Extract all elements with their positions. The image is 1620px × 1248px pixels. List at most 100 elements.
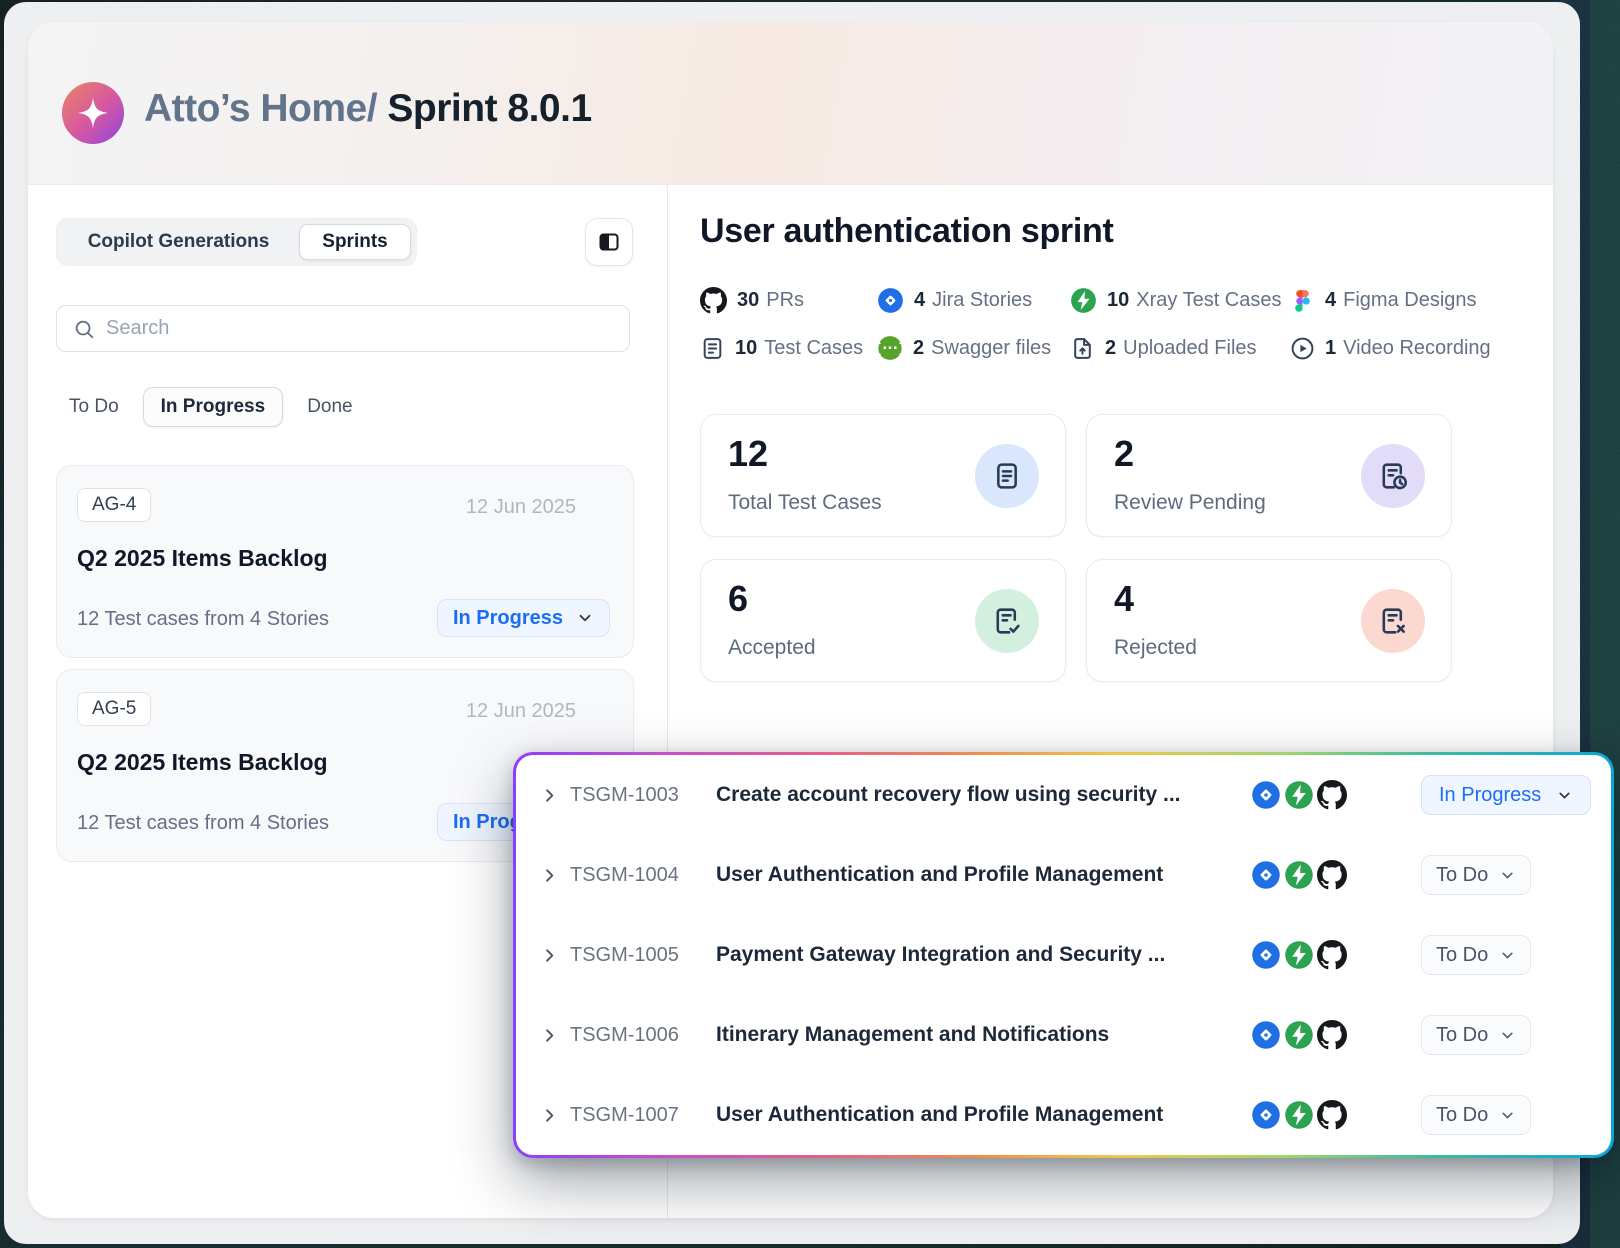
status-filter-group: To Do In Progress Done <box>69 387 353 427</box>
story-source-icons <box>1251 940 1347 970</box>
story-title: Itinerary Management and Notifications <box>716 1023 1251 1047</box>
story-status-dropdown[interactable]: In Progress <box>1421 775 1591 815</box>
stat-xray-test-cases: 10 Xray Test Cases <box>1070 285 1282 315</box>
stat-count: 1 <box>1325 337 1336 360</box>
card-subtitle: 12 Test cases from 4 Stories <box>77 608 329 631</box>
summary-label: Total Test Cases <box>728 491 882 515</box>
filter-todo[interactable]: To Do <box>69 396 119 418</box>
swagger-icon: {···} <box>877 335 903 361</box>
summary-card-accepted: 6 Accepted <box>700 559 1066 682</box>
chevron-right-icon[interactable] <box>540 1026 562 1045</box>
sprint-title: User authentication sprint <box>700 212 1113 251</box>
document-lines-icon <box>975 444 1039 508</box>
stat-count: 2 <box>1105 337 1116 360</box>
xray-icon <box>1284 860 1314 890</box>
story-row[interactable]: TSGM-1006 Itinerary Management and Notif… <box>516 995 1611 1075</box>
document-clock-icon <box>1361 444 1425 508</box>
jira-icon <box>1251 780 1281 810</box>
stat-count: 2 <box>913 337 924 360</box>
chevron-right-icon[interactable] <box>540 786 562 805</box>
summary-value: 6 <box>728 578 748 620</box>
stat-label: Test Cases <box>764 337 863 360</box>
story-title: User Authentication and Profile Manageme… <box>716 863 1251 887</box>
story-source-icons <box>1251 780 1347 810</box>
search-input[interactable] <box>106 317 613 340</box>
jira-icon <box>1251 1020 1281 1050</box>
breadcrumb-prefix: Atto’s Home/ <box>144 87 387 130</box>
github-icon <box>1317 780 1347 810</box>
story-row[interactable]: TSGM-1005 Payment Gateway Integration an… <box>516 915 1611 995</box>
chevron-right-icon[interactable] <box>540 946 562 965</box>
chevron-down-icon <box>1499 947 1516 964</box>
story-status-dropdown[interactable]: To Do <box>1421 935 1531 975</box>
breadcrumb-current: Sprint 8.0.1 <box>387 87 591 130</box>
search-icon <box>73 318 95 340</box>
summary-card-review-pending: 2 Review Pending <box>1086 414 1452 537</box>
summary-card-rejected: 4 Rejected <box>1086 559 1452 682</box>
story-id: TSGM-1006 <box>570 1024 716 1047</box>
story-status-dropdown[interactable]: To Do <box>1421 855 1531 895</box>
story-title: User Authentication and Profile Manageme… <box>716 1103 1251 1127</box>
card-date: 12 Jun 2025 <box>466 496 576 519</box>
stat-figma-designs: 4 Figma Designs <box>1290 285 1477 315</box>
chevron-down-icon <box>1499 867 1516 884</box>
story-source-icons <box>1251 1100 1347 1130</box>
story-row[interactable]: TSGM-1003 Create account recovery flow u… <box>516 755 1611 835</box>
stat-jira-stories: 4 Jira Stories <box>877 285 1032 315</box>
story-id: TSGM-1005 <box>570 944 716 967</box>
jira-icon <box>1251 940 1281 970</box>
chevron-down-icon <box>1499 1027 1516 1044</box>
upload-file-icon <box>1070 336 1095 361</box>
stat-label: Xray Test Cases <box>1136 289 1281 312</box>
summary-value: 4 <box>1114 578 1134 620</box>
chevron-down-icon <box>576 609 594 627</box>
summary-label: Rejected <box>1114 636 1197 660</box>
card-status-dropdown[interactable]: In Progress <box>437 599 610 637</box>
video-icon <box>1290 336 1315 361</box>
filter-in-progress[interactable]: In Progress <box>143 387 284 427</box>
card-id-badge: AG-5 <box>77 692 151 726</box>
story-id: TSGM-1007 <box>570 1104 716 1127</box>
github-icon <box>700 287 727 314</box>
document-check-icon <box>975 589 1039 653</box>
story-row[interactable]: TSGM-1007 User Authentication and Profil… <box>516 1075 1611 1155</box>
stat-label: Video Recording <box>1343 337 1491 360</box>
story-status-dropdown[interactable]: To Do <box>1421 1095 1531 1135</box>
card-id-badge: AG-4 <box>77 488 151 522</box>
svg-text:{···}: {···} <box>877 341 903 357</box>
atto-logo <box>62 82 124 144</box>
page-title: Atto’s Home/ Sprint 8.0.1 <box>144 87 592 131</box>
xray-icon <box>1284 940 1314 970</box>
jira-icon <box>877 287 904 314</box>
summary-label: Accepted <box>728 636 816 660</box>
filter-done[interactable]: Done <box>307 396 352 418</box>
test-cases-icon <box>700 336 725 361</box>
tab-copilot-generations[interactable]: Copilot Generations <box>57 219 300 265</box>
story-source-icons <box>1251 860 1347 890</box>
stat-label: Swagger files <box>931 337 1051 360</box>
generation-card[interactable]: AG-4 12 Jun 2025 Q2 2025 Items Backlog 1… <box>56 465 634 658</box>
stat-count: 10 <box>735 337 757 360</box>
jira-icon <box>1251 860 1281 890</box>
story-source-icons <box>1251 1020 1347 1050</box>
split-panel-icon <box>597 230 621 254</box>
github-icon <box>1317 860 1347 890</box>
stat-prs: 30 PRs <box>700 285 804 315</box>
story-row[interactable]: TSGM-1004 User Authentication and Profil… <box>516 835 1611 915</box>
stat-count: 10 <box>1107 289 1129 312</box>
stories-overlay-panel: TSGM-1003 Create account recovery flow u… <box>513 752 1614 1158</box>
story-status-value: In Progress <box>1439 784 1541 807</box>
app-header: Atto’s Home/ Sprint 8.0.1 <box>28 22 1553 185</box>
stat-uploaded-files: 2 Uploaded Files <box>1070 333 1257 363</box>
card-subtitle: 12 Test cases from 4 Stories <box>77 812 329 835</box>
chevron-right-icon[interactable] <box>540 866 562 885</box>
xray-icon <box>1284 1020 1314 1050</box>
github-icon <box>1317 1100 1347 1130</box>
card-title: Q2 2025 Items Backlog <box>77 545 328 572</box>
story-status-dropdown[interactable]: To Do <box>1421 1015 1531 1055</box>
collapse-sidebar-button[interactable] <box>585 218 633 266</box>
stat-swagger-files: {···} 2 Swagger files <box>877 333 1051 363</box>
view-segmented-control: Copilot Generations Sprints <box>56 218 417 266</box>
tab-sprints[interactable]: Sprints <box>299 224 411 260</box>
chevron-right-icon[interactable] <box>540 1106 562 1125</box>
